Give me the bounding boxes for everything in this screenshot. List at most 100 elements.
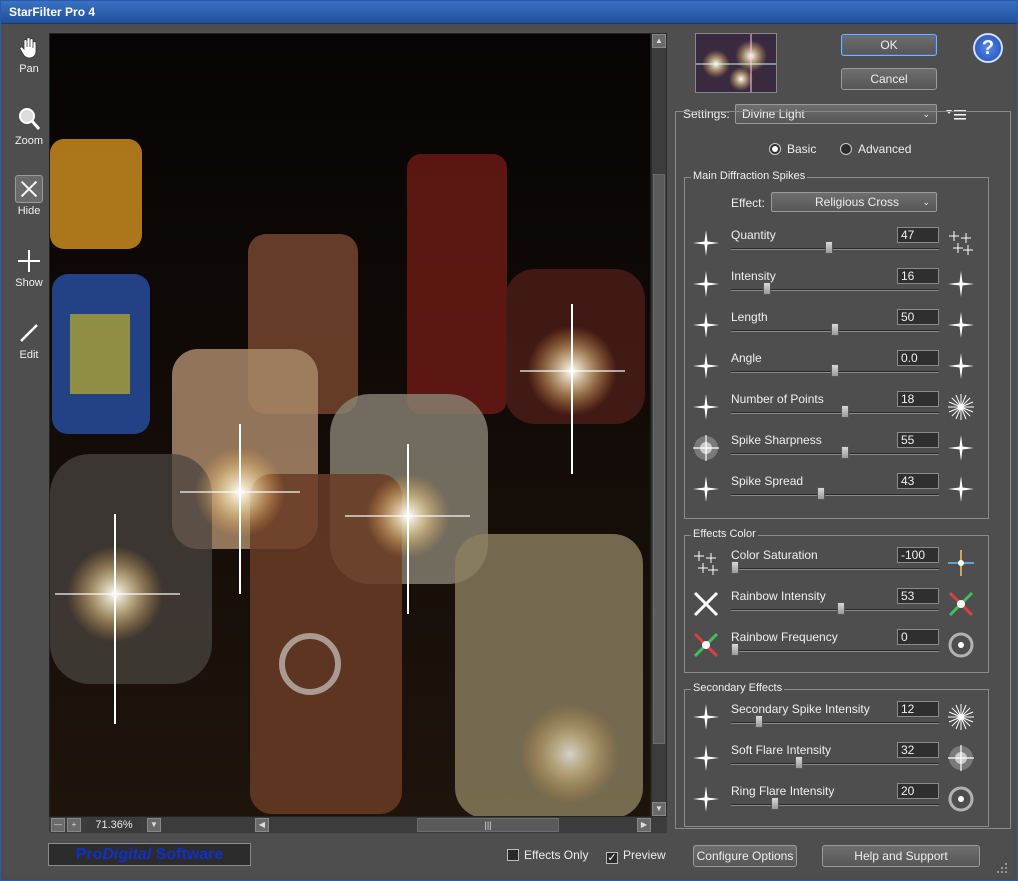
tool-show[interactable]: Show (11, 247, 47, 289)
slider-row: Spike Spread 43 (685, 468, 990, 509)
slider-track[interactable] (731, 804, 939, 806)
effects-only-box[interactable] (507, 849, 519, 861)
slider-handle[interactable] (731, 561, 739, 574)
slider-handle[interactable] (755, 715, 763, 728)
slider-value-input[interactable]: 20 (897, 783, 939, 799)
slider-track[interactable] (731, 568, 939, 570)
preview-checkbox[interactable]: ✓ Preview (606, 848, 666, 864)
scroll-down-button[interactable]: ▼ (652, 802, 666, 816)
slider-value-input[interactable]: 50 (897, 309, 939, 325)
ring-icon (946, 630, 976, 660)
vertical-scroll-thumb[interactable] (653, 174, 665, 744)
scroll-right-button[interactable]: ▶ (637, 818, 651, 832)
crosshair-icon (18, 250, 40, 272)
slider-label: Quantity (731, 228, 776, 242)
settings-panel: Basic Advanced Main Diffraction Spikes E… (675, 111, 1011, 829)
slider-row: Length 50 (685, 304, 990, 345)
effect-thumbnail-image (696, 34, 776, 92)
slider-track[interactable] (731, 453, 939, 455)
slider-handle[interactable] (731, 643, 739, 656)
magnifier-icon (19, 108, 41, 130)
slider-value-input[interactable]: 0 (897, 629, 939, 645)
tool-pan[interactable]: Pan (11, 33, 47, 75)
effects-only-label: Effects Only (524, 848, 589, 862)
slider-handle[interactable] (825, 241, 833, 254)
effects-only-checkbox[interactable]: Effects Only (507, 848, 588, 862)
slider-label: Rainbow Frequency (731, 630, 838, 644)
cancel-button[interactable]: Cancel (841, 68, 937, 90)
effect-dropdown[interactable]: Religious Cross ⌄ (771, 192, 937, 212)
slider-handle[interactable] (837, 602, 845, 615)
zoom-out-button[interactable]: — (51, 818, 65, 832)
burst-icon (946, 392, 976, 422)
mode-basic-circle[interactable] (769, 143, 781, 155)
slider-handle[interactable] (831, 364, 839, 377)
star-icon (946, 433, 976, 463)
slider-track[interactable] (731, 248, 939, 250)
configure-options-button[interactable]: Configure Options (693, 845, 797, 867)
help-icon[interactable]: ? (973, 33, 1003, 63)
slider-value-input[interactable]: 32 (897, 742, 939, 758)
slider-handle[interactable] (795, 756, 803, 769)
slider-value-input[interactable]: 0.0 (897, 350, 939, 366)
horizontal-scroll-thumb[interactable]: ||| (417, 818, 559, 832)
star-icon (691, 269, 721, 299)
slider-handle[interactable] (817, 487, 825, 500)
slider-handle[interactable] (763, 282, 771, 295)
image-preview[interactable] (49, 33, 651, 817)
slider-value-input[interactable]: 16 (897, 268, 939, 284)
prodigital-logo: ProDigital Software (48, 843, 251, 866)
tool-hide[interactable]: Hide (11, 175, 47, 217)
resize-grip-icon[interactable] (993, 859, 1009, 875)
slider-row: Secondary Spike Intensity 12 (685, 696, 990, 737)
mode-basic-radio[interactable]: Basic (769, 142, 816, 156)
tool-edit[interactable]: Edit (11, 319, 47, 361)
slider-row: Angle 0.0 (685, 345, 990, 386)
slider-label: Rainbow Intensity (731, 589, 826, 603)
slider-handle[interactable] (841, 446, 849, 459)
slider-track[interactable] (731, 763, 939, 765)
slider-track[interactable] (731, 609, 939, 611)
slider-row: Quantity 47 (685, 222, 990, 263)
slider-handle[interactable] (831, 323, 839, 336)
slider-row: Rainbow Intensity 53 (685, 583, 990, 624)
resize-grip-glyph (997, 863, 1007, 873)
main-window: StarFilter Pro 4 Pan Zoom Hide Show Edit (0, 0, 1018, 881)
main-diffraction-title: Main Diffraction Spikes (691, 170, 808, 182)
ok-button[interactable]: OK (841, 34, 937, 56)
ring-icon (946, 784, 976, 814)
zoom-in-button[interactable]: + (67, 818, 81, 832)
tool-zoom[interactable]: Zoom (11, 105, 47, 147)
star-icon (691, 228, 721, 258)
slider-row: Rainbow Frequency 0 (685, 624, 990, 665)
slider-value-input[interactable]: 55 (897, 432, 939, 448)
star-icon (691, 310, 721, 340)
slider-value-input[interactable]: 53 (897, 588, 939, 604)
slider-value-input[interactable]: 18 (897, 391, 939, 407)
scroll-up-button[interactable]: ▲ (652, 34, 666, 48)
slider-label: Intensity (731, 269, 776, 283)
horizontal-scrollbar: — + 71.36% ▼ ◀ ||| ▶ (49, 817, 667, 833)
preview-box[interactable]: ✓ (606, 852, 618, 864)
slider-value-input[interactable]: 43 (897, 473, 939, 489)
help-and-support-button[interactable]: Help and Support (822, 845, 980, 867)
zoom-dropdown-button[interactable]: ▼ (147, 818, 161, 832)
slider-handle[interactable] (771, 797, 779, 810)
tool-hide-label: Hide (17, 205, 41, 217)
mode-advanced-radio[interactable]: Advanced (840, 142, 911, 156)
scroll-left-button[interactable]: ◀ (255, 818, 269, 832)
title-bar: StarFilter Pro 4 (1, 1, 1017, 24)
slider-track[interactable] (731, 650, 939, 652)
preview-label: Preview (623, 848, 666, 862)
slider-track[interactable] (731, 494, 939, 496)
vertical-scrollbar[interactable]: ▲ ▼ (651, 33, 667, 817)
slider-value-input[interactable]: 12 (897, 701, 939, 717)
slider-track[interactable] (731, 412, 939, 414)
mode-advanced-circle[interactable] (840, 143, 852, 155)
slider-label: Spike Sharpness (731, 433, 822, 447)
slider-value-input[interactable]: 47 (897, 227, 939, 243)
star-icon (946, 474, 976, 504)
slider-handle[interactable] (841, 405, 849, 418)
slider-value-input[interactable]: -100 (897, 547, 939, 563)
tool-zoom-label: Zoom (14, 135, 44, 147)
